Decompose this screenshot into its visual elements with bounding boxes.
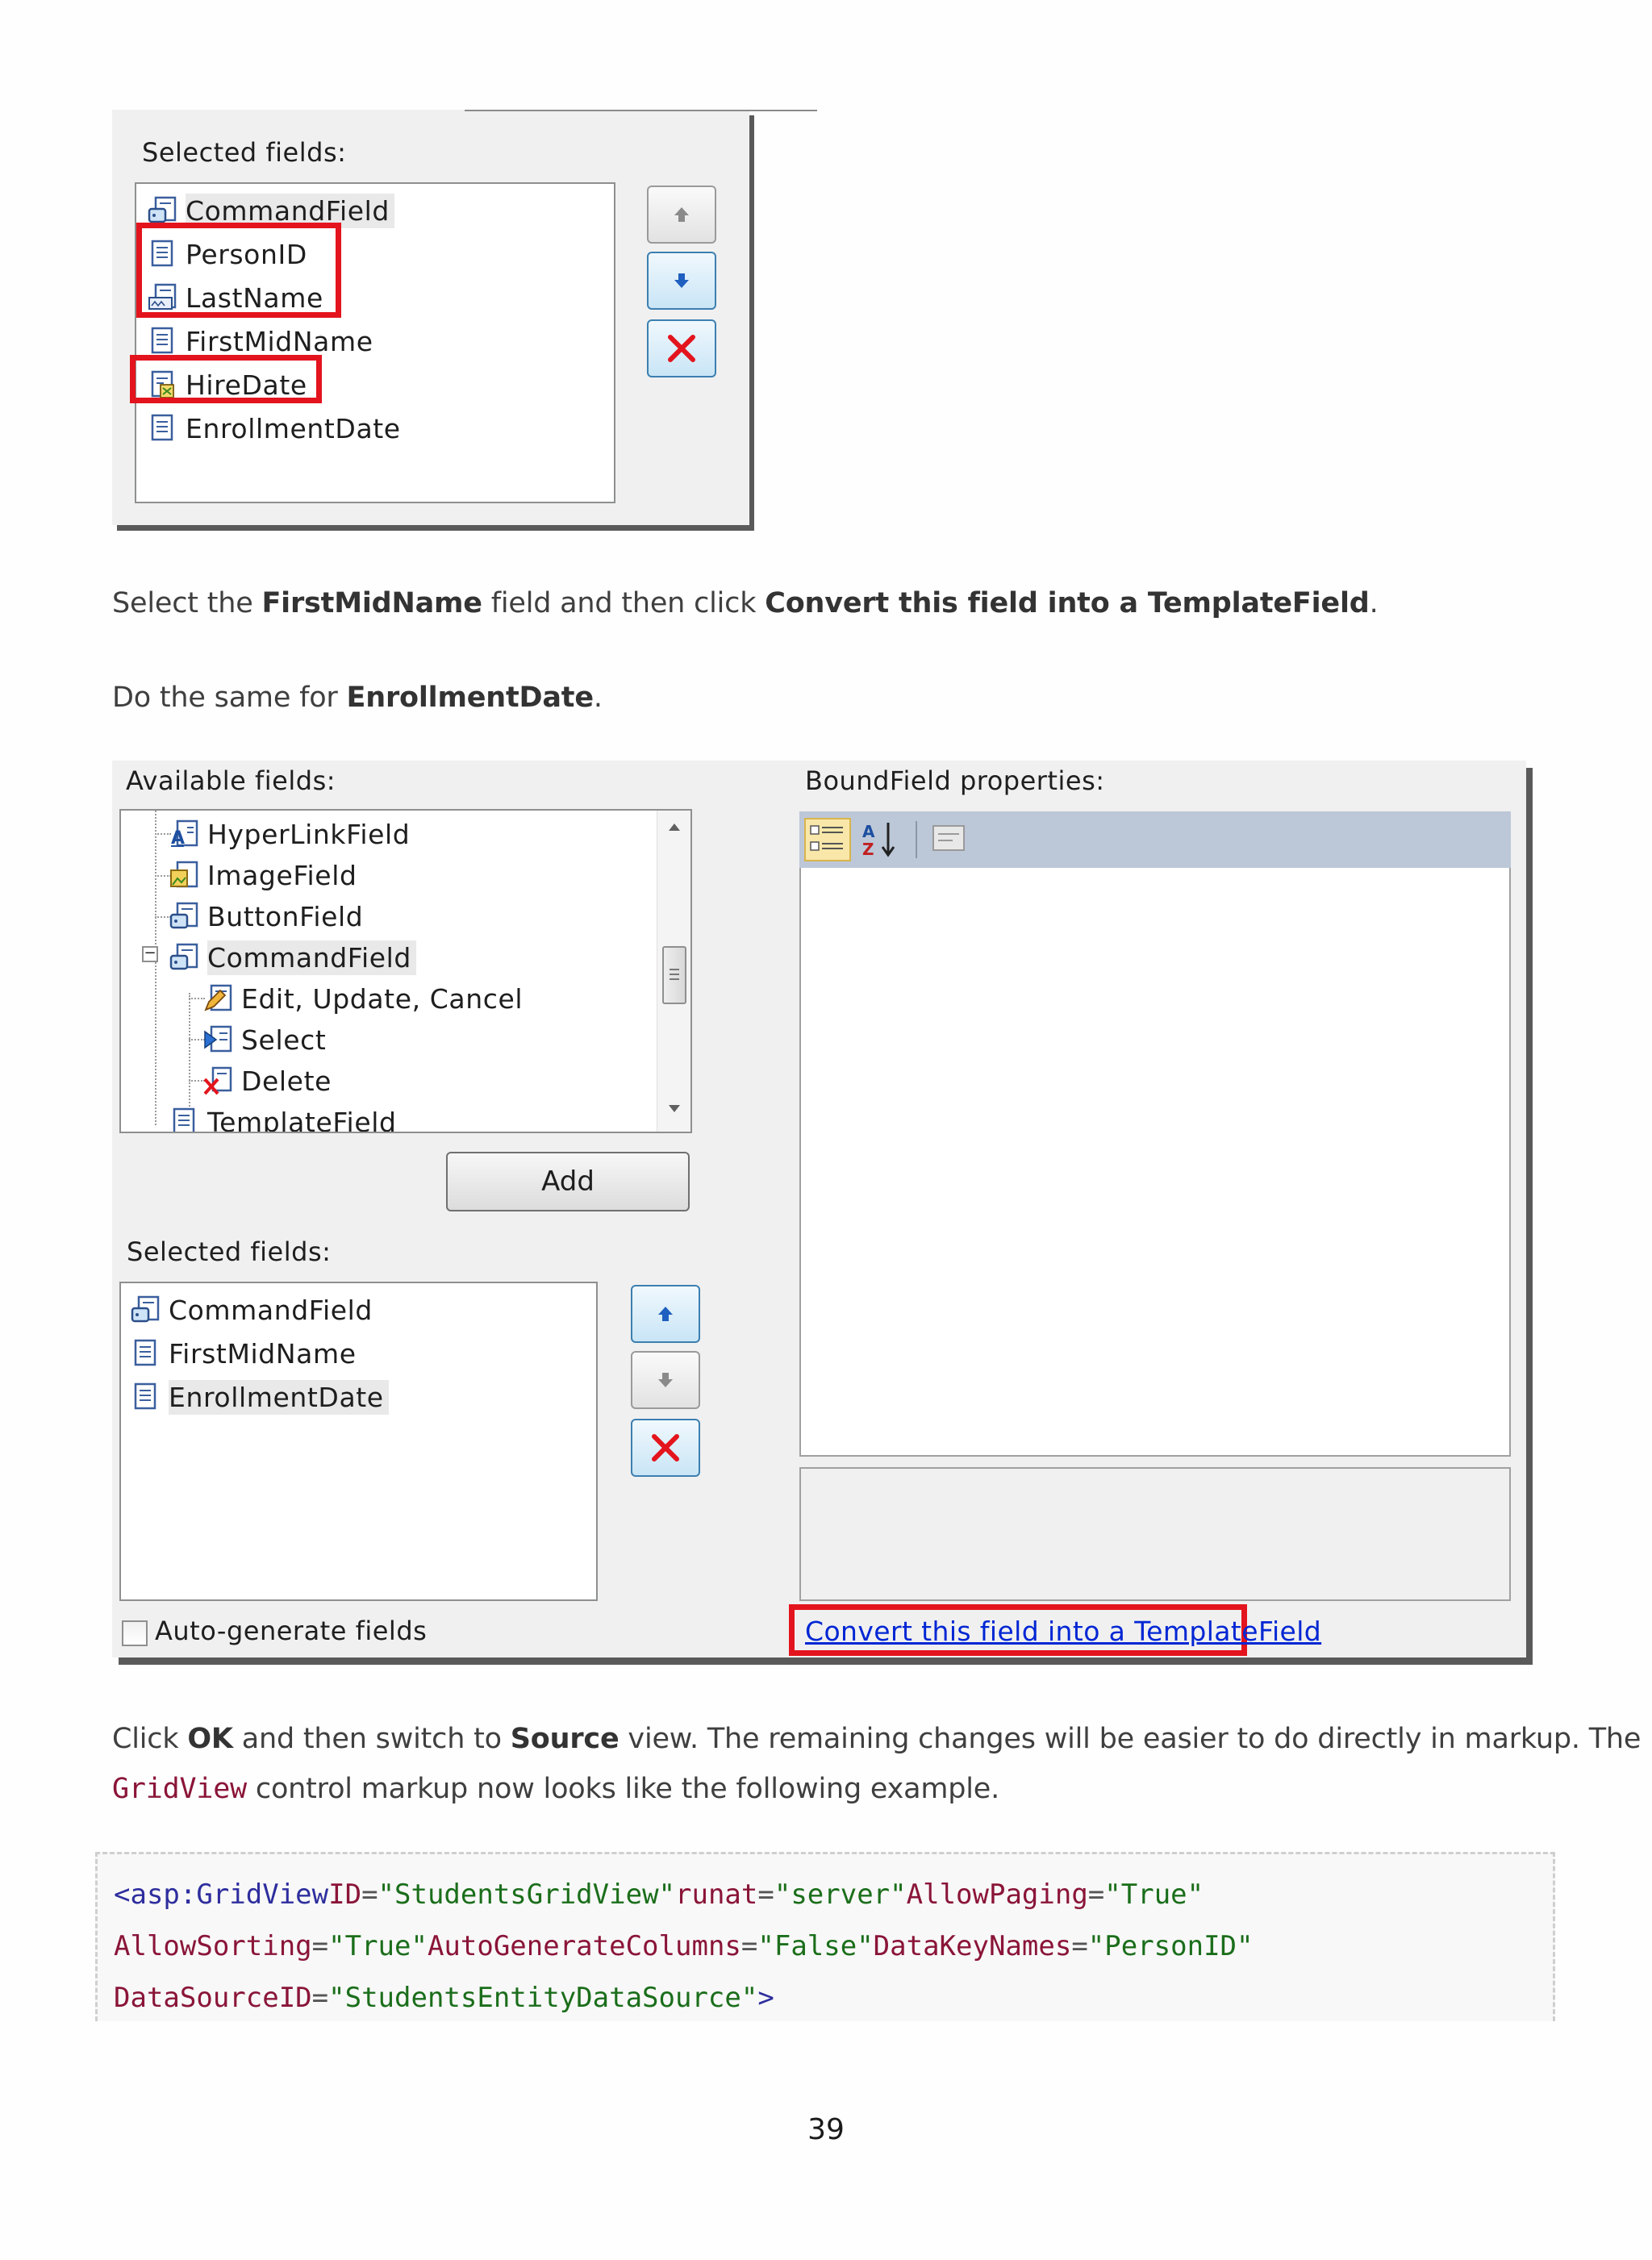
boundfield-properties-label: BoundField properties: <box>805 765 1105 796</box>
list-item-enrollmentdate[interactable]: EnrollmentDate <box>148 408 406 448</box>
available-fields-tree[interactable]: − HyperLinkField ImageField ButtonField … <box>119 809 692 1133</box>
arrow-down-icon <box>674 273 689 288</box>
tree-item-commandfield[interactable]: CommandField <box>169 937 416 978</box>
auto-generate-fields-checkbox[interactable] <box>122 1620 148 1646</box>
bound-field-icon <box>148 327 178 356</box>
highlight-box-personid-lastname <box>136 223 341 318</box>
delete-x-icon <box>652 1434 679 1461</box>
code-line-1: <asp:GridViewID="StudentsGridView"runat=… <box>114 1878 1204 1911</box>
template-field-icon <box>169 1107 200 1133</box>
command-field-icon <box>148 196 178 225</box>
code-line-3: DataSourceID="StudentsEntityDataSource"> <box>114 1982 774 2014</box>
code-block: <asp:GridViewID="StudentsGridView"runat=… <box>95 1852 1555 2021</box>
dialog-top-border <box>465 110 817 111</box>
toolbar-separator <box>916 821 917 858</box>
selected-fields-dialog-screenshot: Selected fields: CommandField PersonID L… <box>112 110 817 525</box>
list-item-enrollmentdate[interactable]: EnrollmentDate <box>131 1377 389 1417</box>
bound-field-icon <box>131 1339 161 1368</box>
instruction-paragraph-3-line-2: GridView control markup now looks like t… <box>112 1773 1000 1805</box>
auto-generate-fields-label: Auto-generate fields <box>155 1616 428 1646</box>
selected-fields-listbox[interactable]: CommandField FirstMidName EnrollmentDate <box>119 1282 598 1601</box>
properties-grid[interactable] <box>799 868 1511 1457</box>
page-number: 39 <box>807 2113 845 2146</box>
delete-x-icon <box>203 1066 234 1095</box>
highlight-box-hiredate <box>130 355 322 403</box>
move-down-button[interactable] <box>631 1351 700 1409</box>
available-fields-label: Available fields: <box>126 765 336 796</box>
tree-item-templatefield[interactable]: TemplateField <box>169 1102 402 1133</box>
scroll-thumb[interactable] <box>662 946 686 1004</box>
tree-item-hyperlinkfield[interactable]: HyperLinkField <box>169 814 415 854</box>
properties-toolbar: A Z <box>799 811 1511 868</box>
tree-item-delete[interactable]: Delete <box>203 1061 336 1101</box>
selected-fields-label: Selected fields: <box>142 137 347 168</box>
move-up-button[interactable] <box>647 186 716 244</box>
svg-text:Z: Z <box>862 840 874 859</box>
hyperlink-field-icon <box>169 819 200 849</box>
svg-text:A: A <box>862 822 875 841</box>
fields-dialog-screenshot: Available fields: − HyperLinkField Image… <box>112 761 1526 1657</box>
image-field-icon <box>169 861 200 890</box>
tree-connector <box>155 811 156 1125</box>
command-field-icon <box>169 943 200 972</box>
convert-to-templatefield-link[interactable]: Convert this field into a TemplateField <box>805 1616 1321 1647</box>
collapse-toggle[interactable]: − <box>142 946 158 962</box>
move-down-button[interactable] <box>647 252 716 310</box>
list-item-commandfield[interactable]: CommandField <box>131 1290 378 1330</box>
property-pages-button[interactable] <box>927 818 970 861</box>
alphabetical-button[interactable]: A Z <box>857 818 904 861</box>
scroll-up-arrow-icon[interactable] <box>666 822 682 833</box>
edit-pencil-icon <box>203 984 234 1013</box>
tree-item-select[interactable]: Select <box>203 1020 331 1060</box>
bound-field-icon <box>148 414 178 443</box>
instruction-paragraph-1: Select the FirstMidName field and then c… <box>112 587 1379 619</box>
tree-item-buttonfield[interactable]: ButtonField <box>169 896 368 936</box>
scroll-down-arrow-icon[interactable] <box>666 1103 682 1114</box>
arrow-up-icon <box>658 1307 673 1321</box>
remove-field-button[interactable] <box>647 319 716 377</box>
add-field-button[interactable]: Add <box>446 1152 690 1211</box>
properties-description-pane <box>799 1467 1511 1601</box>
property-pages-icon <box>932 825 965 851</box>
bound-field-icon <box>131 1382 161 1411</box>
instruction-paragraph-3-line-1: Click OK and then switch to Source view.… <box>112 1723 1642 1755</box>
tree-scrollbar[interactable] <box>657 811 690 1132</box>
arrow-up-icon <box>674 207 689 222</box>
button-field-icon <box>169 902 200 931</box>
arrow-down-icon <box>658 1373 673 1387</box>
command-field-icon <box>131 1295 161 1324</box>
delete-x-icon <box>668 335 695 362</box>
code-line-2: AllowSorting="True"AutoGenerateColumns="… <box>114 1930 1254 1962</box>
instruction-paragraph-2: Do the same for EnrollmentDate. <box>112 682 603 714</box>
remove-field-button[interactable] <box>631 1419 700 1477</box>
move-up-button[interactable] <box>631 1285 700 1343</box>
tree-item-imagefield[interactable]: ImageField <box>169 855 362 895</box>
tree-item-edit-update-cancel[interactable]: Edit, Update, Cancel <box>203 978 528 1019</box>
categorized-view-icon <box>810 825 843 851</box>
select-arrow-icon <box>203 1025 234 1054</box>
sort-az-icon: A Z <box>862 822 895 859</box>
list-item-firstmidname[interactable]: FirstMidName <box>131 1333 361 1374</box>
categorized-button[interactable] <box>804 818 851 861</box>
selected-fields-label: Selected fields: <box>127 1236 332 1267</box>
inline-code-gridview: GridView <box>112 1773 247 1805</box>
